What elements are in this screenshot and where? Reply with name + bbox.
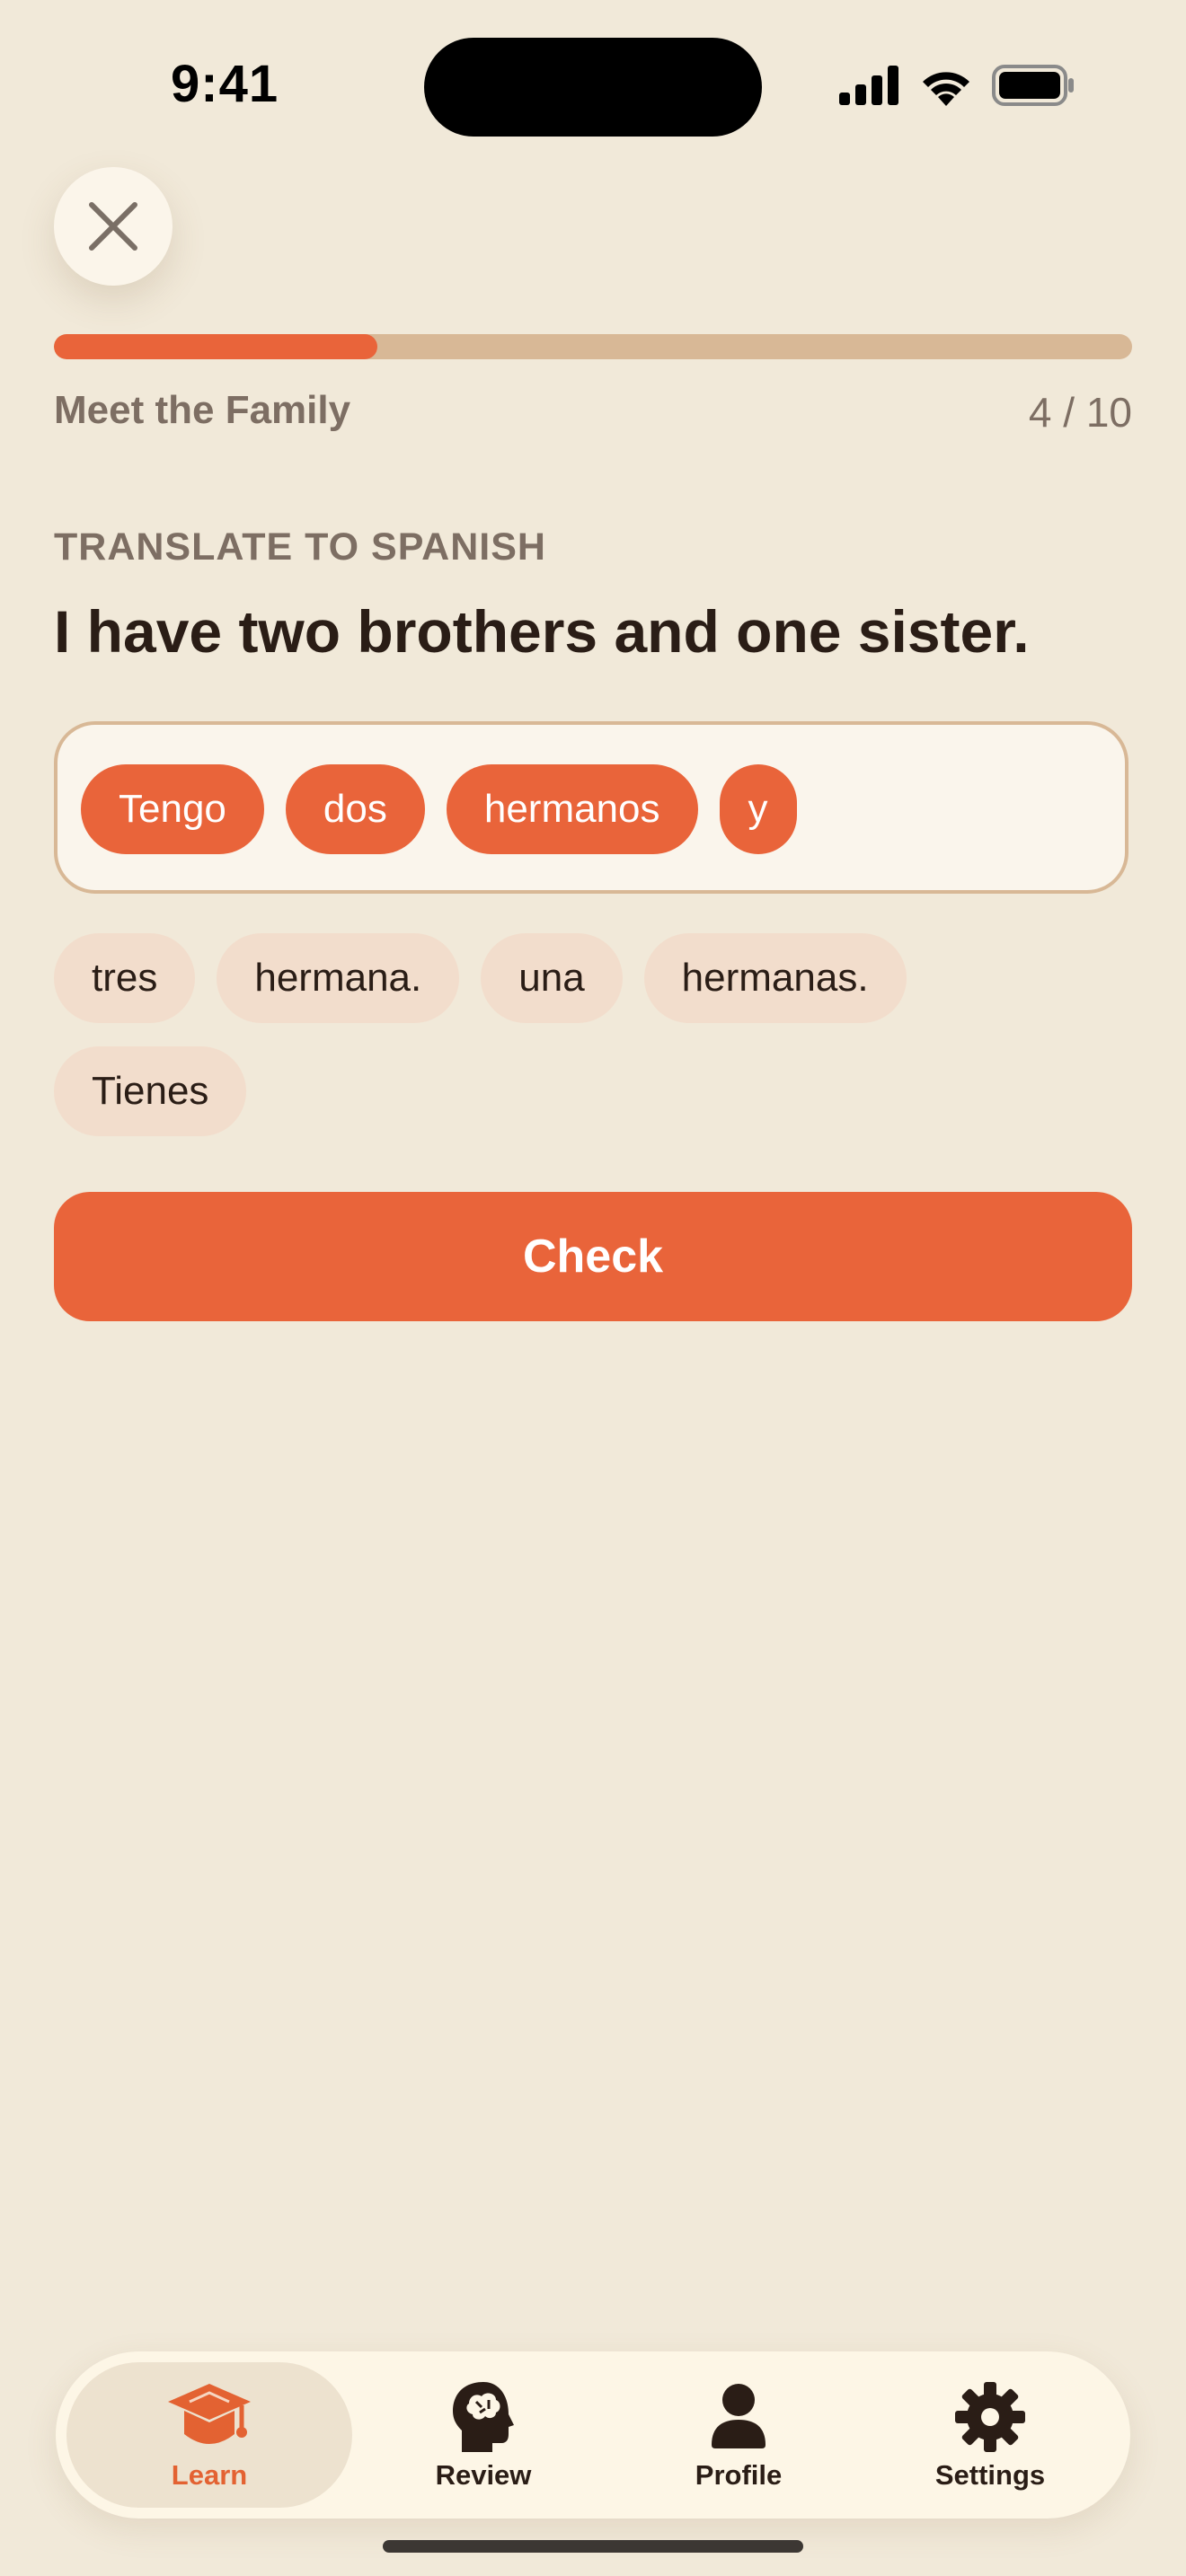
- brain-head-icon: [453, 2382, 514, 2452]
- answer-chip[interactable]: Tengo: [81, 764, 264, 854]
- status-time: 9:41: [171, 55, 279, 113]
- lesson-progress-bar: [54, 334, 1132, 359]
- check-button[interactable]: Check: [54, 1192, 1132, 1321]
- word-bank-chip[interactable]: hermana.: [217, 933, 460, 1023]
- signal-icon: [839, 66, 898, 105]
- tab-settings[interactable]: Settings: [864, 2362, 1116, 2508]
- status-icons: [839, 65, 1075, 106]
- lesson-count: 4 / 10: [1028, 389, 1132, 436]
- graduation-cap-icon: [168, 2384, 251, 2444]
- battery-icon: [992, 65, 1074, 106]
- answer-area[interactable]: Tengo dos hermanos y: [54, 721, 1128, 894]
- tab-label: Review: [435, 2459, 532, 2491]
- tab-profile[interactable]: Profile: [613, 2362, 864, 2508]
- wifi-icon: [923, 72, 969, 106]
- word-bank-chip[interactable]: Tienes: [54, 1046, 247, 1136]
- answer-chip[interactable]: y: [719, 764, 797, 854]
- word-bank-row: Tienes: [54, 1046, 247, 1136]
- answer-chip[interactable]: dos: [285, 764, 425, 854]
- dynamic-island: [424, 38, 762, 137]
- home-indicator: [383, 2540, 803, 2553]
- word-bank-chip[interactable]: tres: [54, 933, 196, 1023]
- tab-label: Settings: [934, 2459, 1046, 2491]
- gear-icon: [955, 2382, 1025, 2452]
- exercise-prompt: I have two brothers and one sister.: [54, 598, 1030, 665]
- exercise-label: TRANSLATE TO SPANISH: [54, 525, 546, 569]
- tab-bar: Learn Review Profile Settings: [56, 2351, 1130, 2519]
- word-bank-chip[interactable]: hermanas.: [643, 933, 907, 1023]
- lesson-title: Meet the Family: [54, 388, 351, 432]
- close-button[interactable]: [54, 167, 173, 286]
- tab-label: Profile: [695, 2459, 783, 2491]
- tab-review[interactable]: Review: [358, 2362, 609, 2508]
- word-bank-chip[interactable]: una: [481, 933, 623, 1023]
- word-bank-row: tres hermana. una hermanas.: [54, 933, 907, 1023]
- answer-chip[interactable]: hermanos: [446, 764, 698, 854]
- person-icon: [712, 2384, 766, 2448]
- lesson-progress-fill: [54, 334, 377, 359]
- close-icon: [89, 202, 137, 251]
- tab-label: Learn: [171, 2459, 248, 2491]
- tab-learn[interactable]: Learn: [66, 2362, 352, 2508]
